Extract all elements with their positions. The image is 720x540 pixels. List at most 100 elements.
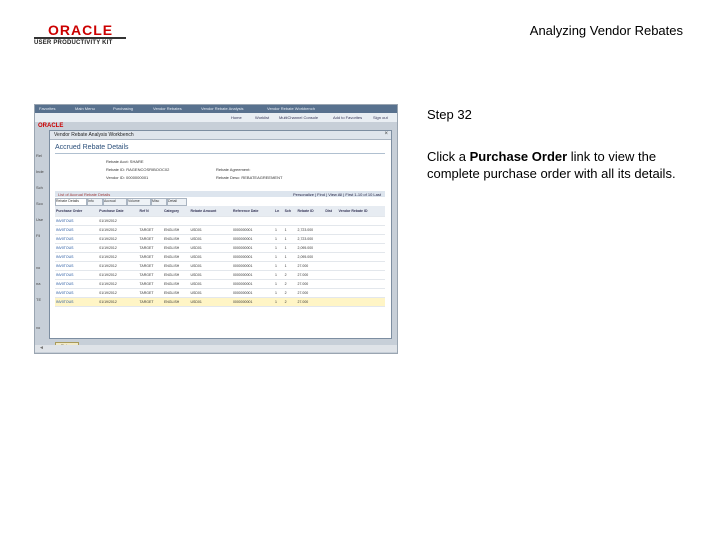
table-cell: 2 (283, 270, 297, 280)
scroll-left-icon[interactable]: ◄ (39, 345, 44, 351)
close-icon[interactable]: × (384, 131, 388, 137)
bg-label: Use (36, 217, 44, 222)
tab-accrual[interactable]: Accrual (103, 198, 127, 206)
add-favorites-link[interactable]: Add to Favorites (333, 115, 362, 120)
menu-item[interactable]: Vendor Rebate Workbench (267, 106, 315, 111)
column-header[interactable]: Category (162, 206, 190, 217)
vendor-id-field: Vendor ID: 0000000001 (106, 175, 148, 180)
app-logo: ORACLE (38, 123, 64, 129)
tab-detail[interactable]: Detail (167, 198, 187, 206)
table-cell (324, 252, 338, 262)
table-cell: 0000000001 (231, 297, 275, 307)
table-row[interactable]: INV0TOUS 01/19/2012 TARGET ENGLISH USD01 0000… (55, 261, 385, 271)
multichannel-link[interactable]: MultiChannel Console (279, 115, 318, 120)
purchase-order-link[interactable]: INV0TOUS (55, 261, 99, 271)
purchase-order-link[interactable]: INV0TOUS (55, 270, 99, 280)
table-cell (324, 270, 338, 280)
column-header[interactable]: Reference Date (231, 206, 275, 217)
field-value: 0000000001 (126, 175, 149, 180)
table-row[interactable]: INV0TOUS 01/19/2012 TARGET ENGLISH USD01 0000… (55, 234, 385, 244)
purchase-order-link[interactable]: INV0TOUS (55, 297, 99, 307)
column-header[interactable]: Dist (324, 206, 338, 217)
column-header[interactable]: Ln (274, 206, 284, 217)
column-header[interactable]: Purchase Date (98, 206, 139, 217)
menu-item[interactable]: Vendor Rebate Analysis (201, 106, 243, 111)
table-cell: 27.000 (296, 261, 325, 271)
table-cell: 1 (274, 225, 284, 235)
table-cell: ENGLISH (162, 243, 190, 253)
table-row[interactable]: INV0TOUS 01/19/2012 TARGET ENGLISH USD01 0000… (55, 297, 385, 307)
table-cell: 1 (274, 252, 284, 262)
table-cell: USD01 (189, 234, 232, 244)
grid-navigation[interactable]: Personalize | Find | View All | First 1-… (293, 192, 381, 197)
table-cell: 1 (283, 225, 297, 235)
table-cell: 1 (283, 243, 297, 253)
rebate-id-field: Rebate ID: RAGENCOSRIBOOC02 (106, 167, 169, 172)
field-label: Rebate ID: (106, 167, 127, 172)
column-header[interactable]: Vendor Rebate ID (337, 206, 385, 217)
home-link[interactable]: Home (231, 115, 242, 120)
table-cell: 01/19/2012 (98, 288, 139, 298)
worklist-link[interactable]: Worklist (255, 115, 269, 120)
table-row[interactable]: INV0TOUS 01/19/2012 TARGET ENGLISH USD01 0000… (55, 279, 385, 289)
table-row[interactable]: INV0TOUS 01/19/2012 (55, 216, 385, 226)
table-row[interactable]: INV0TOUS 01/19/2012 TARGET ENGLISH USD01 0000… (55, 288, 385, 298)
column-header[interactable]: Sch (283, 206, 297, 217)
table-cell: USD01 (189, 243, 232, 253)
table-cell: 27.000 (296, 279, 325, 289)
horizontal-scrollbar[interactable]: ◄ (35, 345, 397, 352)
purchase-order-link[interactable]: INV0TOUS (55, 225, 99, 235)
application-screenshot: Favorites Main Menu Purchasing Vendor Re… (34, 104, 398, 354)
tab-info[interactable]: Info (87, 198, 103, 206)
table-cell (324, 261, 338, 271)
menu-item[interactable]: Main Menu (75, 106, 95, 111)
menu-item[interactable]: Favorites (39, 106, 55, 111)
page-title: Analyzing Vendor Rebates (529, 23, 683, 38)
table-cell: 1 (274, 270, 284, 280)
table-row[interactable]: INV0TOUS 01/19/2012 TARGET ENGLISH USD01 0000… (55, 243, 385, 253)
table-cell (337, 297, 385, 307)
table-header-row: Purchase Order Purchase Date Ref N Categ… (55, 206, 385, 217)
tab-rebate-details[interactable]: Rebate Details (55, 198, 87, 206)
column-header[interactable]: Rebate ID (296, 206, 325, 217)
purchase-order-link[interactable]: INV0TOUS (55, 243, 99, 253)
sign-out-link[interactable]: Sign out (373, 115, 388, 120)
logo-rule (34, 37, 126, 39)
table-cell: 2 (283, 297, 297, 307)
table-cell (324, 297, 338, 307)
column-header[interactable]: Purchase Order (55, 206, 99, 217)
grid-header: List of Accrual Rebate Details Personali… (55, 191, 385, 197)
purchase-order-link[interactable]: INV0TOUS (55, 252, 99, 262)
bg-label: Fil (36, 233, 41, 238)
tab-misc[interactable]: Misc (151, 198, 167, 206)
table-cell: TARGET (138, 261, 163, 271)
table-row[interactable]: INV0TOUS 01/19/2012 TARGET ENGLISH USD01 0000… (55, 270, 385, 280)
field-value: REBATEAGREEMENT (241, 175, 283, 180)
purchase-order-link[interactable]: INV0TOUS (55, 234, 99, 244)
menu-item[interactable]: Purchasing (113, 106, 133, 111)
table-cell (162, 216, 190, 226)
table-cell: 01/19/2012 (98, 297, 139, 307)
field-label: Rebate Desc: (216, 175, 242, 180)
grid-title: List of Accrual Rebate Details (58, 192, 111, 197)
table-cell: ENGLISH (162, 270, 190, 280)
table-cell: 1 (283, 261, 297, 271)
column-header[interactable]: Rebate Amount (189, 206, 232, 217)
bg-label: Inde (36, 169, 44, 174)
purchase-order-link[interactable]: INV0TOUS (55, 216, 99, 226)
rebate-details-dialog: Vendor Rebate Analysis Workbench × Accru… (49, 130, 392, 350)
table-row[interactable]: INV0TOUS 01/19/2012 TARGET ENGLISH USD01 0000… (55, 225, 385, 235)
instruction-prefix: Click a (427, 149, 470, 164)
table-cell: TARGET (138, 297, 163, 307)
table-body: INV0TOUS 01/19/2012 INV0TOUS 01/19/2012 TARG… (55, 216, 385, 307)
table-cell: TARGET (138, 270, 163, 280)
purchase-order-link[interactable]: INV0TOUS (55, 288, 99, 298)
menu-item[interactable]: Vendor Rebates (153, 106, 182, 111)
column-header[interactable]: Ref N (138, 206, 163, 217)
table-row[interactable]: INV0TOUS 01/19/2012 TARGET ENGLISH USD01 0000… (55, 252, 385, 262)
tab-volume[interactable]: Volume (127, 198, 151, 206)
table-cell: 0000000001 (231, 261, 275, 271)
table-cell: TARGET (138, 225, 163, 235)
purchase-order-link[interactable]: INV0TOUS (55, 279, 99, 289)
divider (55, 153, 385, 154)
